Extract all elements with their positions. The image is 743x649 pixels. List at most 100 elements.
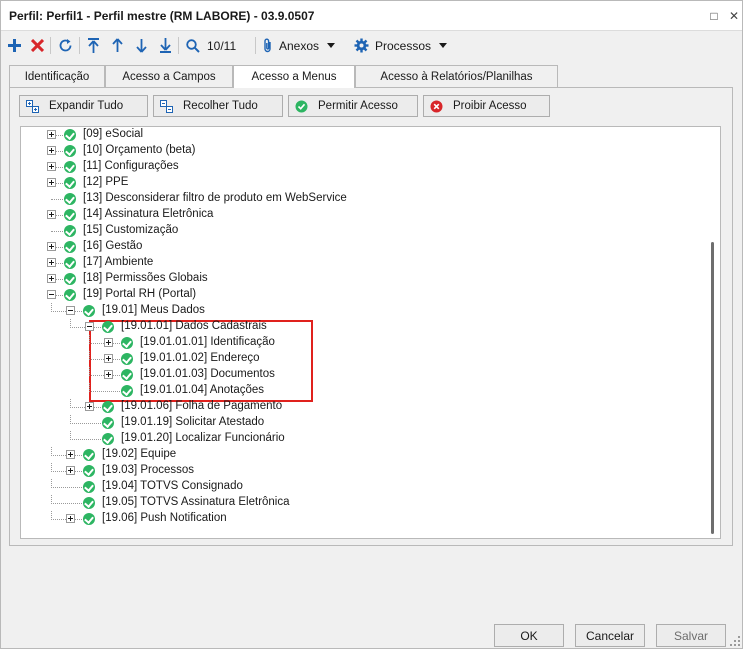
access-granted-icon[interactable] bbox=[83, 497, 95, 509]
expand-icon[interactable] bbox=[47, 178, 56, 187]
expand-icon[interactable] bbox=[47, 162, 56, 171]
tree-node[interactable]: [19.05] TOTVS Assinatura Eletrônica bbox=[21, 495, 701, 511]
refresh-button[interactable] bbox=[55, 35, 75, 56]
tree-node[interactable]: [19.06] Push Notification bbox=[21, 511, 701, 527]
access-granted-icon[interactable] bbox=[64, 193, 76, 205]
access-granted-icon[interactable] bbox=[83, 465, 95, 477]
previous-record-button[interactable] bbox=[108, 35, 126, 56]
last-record-button[interactable] bbox=[156, 35, 174, 56]
access-granted-icon[interactable] bbox=[102, 401, 114, 413]
collapse-icon[interactable] bbox=[66, 306, 75, 315]
tree-node-label: [19.06] Push Notification bbox=[102, 512, 227, 524]
tree-node-label: [19.01.19] Solicitar Atestado bbox=[121, 416, 265, 428]
save-button[interactable]: Salvar bbox=[656, 624, 726, 647]
expand-icon[interactable] bbox=[47, 146, 56, 155]
tree-node[interactable]: [19] Portal RH (Portal) bbox=[21, 287, 701, 303]
resize-grip-icon[interactable] bbox=[730, 636, 740, 646]
expand-icon[interactable] bbox=[85, 402, 94, 411]
tree-node-label: [19] Portal RH (Portal) bbox=[83, 288, 197, 300]
tree-node[interactable]: [11] Configurações bbox=[21, 159, 701, 175]
collapse-all-button[interactable]: Recolher Tudo bbox=[153, 95, 283, 117]
search-button[interactable] bbox=[184, 35, 202, 56]
expand-icon[interactable] bbox=[47, 210, 56, 219]
tab-identificacao[interactable]: Identificação bbox=[9, 65, 105, 87]
ok-button[interactable]: OK bbox=[494, 624, 564, 647]
tree-node[interactable]: [10] Orçamento (beta) bbox=[21, 143, 701, 159]
tree-node[interactable]: [19.01.19] Solicitar Atestado bbox=[21, 415, 701, 431]
add-button[interactable] bbox=[5, 35, 23, 56]
access-granted-icon[interactable] bbox=[64, 209, 76, 221]
access-granted-icon[interactable] bbox=[102, 321, 114, 333]
expand-all-button[interactable]: Expandir Tudo bbox=[19, 95, 148, 117]
access-granted-icon[interactable] bbox=[64, 129, 76, 141]
tree-node[interactable]: [17] Ambiente bbox=[21, 255, 701, 271]
expand-icon[interactable] bbox=[104, 338, 113, 347]
access-granted-icon[interactable] bbox=[64, 161, 76, 173]
next-record-button[interactable] bbox=[132, 35, 150, 56]
close-window-button[interactable]: ✕ bbox=[725, 7, 743, 25]
tree-node[interactable]: [15] Customização bbox=[21, 223, 701, 239]
access-granted-icon[interactable] bbox=[121, 385, 133, 397]
access-granted-icon[interactable] bbox=[64, 225, 76, 237]
tab-acesso-menus[interactable]: Acesso a Menus bbox=[233, 65, 355, 88]
tree-node[interactable]: [16] Gestão bbox=[21, 239, 701, 255]
collapse-icon[interactable] bbox=[47, 290, 56, 299]
deny-access-button[interactable]: Proibir Acesso bbox=[423, 95, 550, 117]
tree-node[interactable]: [13] Desconsiderar filtro de produto em … bbox=[21, 191, 701, 207]
attachments-menu[interactable]: Anexos bbox=[263, 35, 345, 56]
access-granted-icon[interactable] bbox=[64, 145, 76, 157]
expand-icon[interactable] bbox=[66, 450, 75, 459]
tree-node[interactable]: [19.01.01.02] Endereço bbox=[21, 351, 701, 367]
expand-icon[interactable] bbox=[66, 514, 75, 523]
delete-button[interactable] bbox=[28, 35, 46, 56]
tree-node[interactable]: [19.01.01.03] Documentos bbox=[21, 367, 701, 383]
expand-icon[interactable] bbox=[47, 242, 56, 251]
tree-node[interactable]: [12] PPE bbox=[21, 175, 701, 191]
tree-node[interactable]: [09] eSocial bbox=[21, 127, 701, 143]
tab-acesso-campos[interactable]: Acesso a Campos bbox=[105, 65, 233, 87]
cancel-button[interactable]: Cancelar bbox=[575, 624, 645, 647]
tree-node[interactable]: [19.02] Equipe bbox=[21, 447, 701, 463]
access-granted-icon[interactable] bbox=[64, 273, 76, 285]
tree-node[interactable]: [19.01.01.04] Anotações bbox=[21, 383, 701, 399]
expand-icon[interactable] bbox=[66, 466, 75, 475]
expand-icon[interactable] bbox=[47, 258, 56, 267]
allow-access-button[interactable]: Permitir Acesso bbox=[288, 95, 418, 117]
tree-node[interactable]: [19.01.01] Dados Cadastrais bbox=[21, 319, 701, 335]
tree-scrollbar[interactable] bbox=[711, 242, 714, 534]
tree-connector bbox=[89, 391, 124, 392]
tree-node[interactable]: [19.01.01.01] Identificação bbox=[21, 335, 701, 351]
expand-icon[interactable] bbox=[104, 354, 113, 363]
tree-node-label: [19.01.01] Dados Cadastrais bbox=[121, 320, 267, 332]
access-granted-icon[interactable] bbox=[121, 369, 133, 381]
menu-tree[interactable]: [09] eSocial [10] Orçamento (beta) [11] Co… bbox=[20, 126, 721, 539]
processes-menu[interactable]: Processos bbox=[354, 35, 452, 56]
maximize-button[interactable]: □ bbox=[705, 7, 723, 25]
access-granted-icon[interactable] bbox=[83, 305, 95, 317]
access-granted-icon[interactable] bbox=[83, 513, 95, 525]
profile-window: Perfil: Perfil1 - Perfil mestre (RM LABO… bbox=[0, 0, 743, 649]
tree-node[interactable]: [19.01.20] Localizar Funcionário bbox=[21, 431, 701, 447]
collapse-icon[interactable] bbox=[85, 322, 94, 331]
expand-icon[interactable] bbox=[104, 370, 113, 379]
tree-node[interactable]: [19.01.06] Folha de Pagamento bbox=[21, 399, 701, 415]
access-granted-icon[interactable] bbox=[121, 353, 133, 365]
expand-icon[interactable] bbox=[47, 274, 56, 283]
tree-node[interactable]: [19.01] Meus Dados bbox=[21, 303, 701, 319]
access-granted-icon[interactable] bbox=[64, 241, 76, 253]
access-granted-icon[interactable] bbox=[102, 417, 114, 429]
access-granted-icon[interactable] bbox=[64, 289, 76, 301]
access-granted-icon[interactable] bbox=[83, 481, 95, 493]
tree-node[interactable]: [18] Permissões Globais bbox=[21, 271, 701, 287]
expand-icon[interactable] bbox=[47, 130, 56, 139]
tree-node[interactable]: [14] Assinatura Eletrônica bbox=[21, 207, 701, 223]
first-record-button[interactable] bbox=[84, 35, 102, 56]
tree-node[interactable]: [19.03] Processos bbox=[21, 463, 701, 479]
tab-acesso-relatorios[interactable]: Acesso à Relatórios/Planilhas bbox=[355, 65, 558, 87]
access-granted-icon[interactable] bbox=[121, 337, 133, 349]
access-granted-icon[interactable] bbox=[102, 433, 114, 445]
access-granted-icon[interactable] bbox=[64, 177, 76, 189]
access-granted-icon[interactable] bbox=[64, 257, 76, 269]
tree-node[interactable]: [19.04] TOTVS Consignado bbox=[21, 479, 701, 495]
access-granted-icon[interactable] bbox=[83, 449, 95, 461]
